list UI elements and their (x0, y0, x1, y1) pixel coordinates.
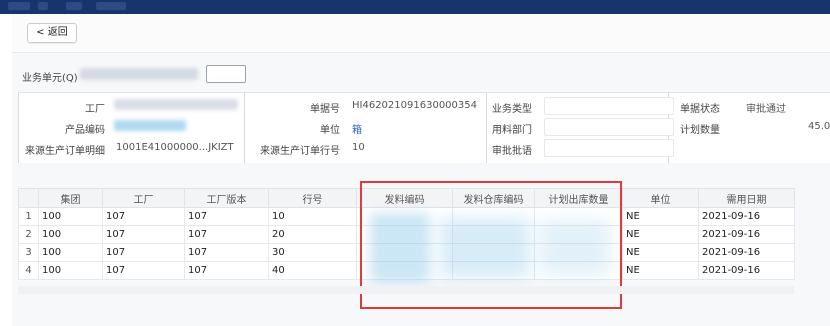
col-header-index (18, 188, 39, 208)
col-header-required-date[interactable]: 需用日期 (698, 188, 795, 208)
app-menu-block[interactable] (8, 2, 30, 10)
cell-factory-version: 107 (184, 261, 269, 280)
row-index: 2 (18, 225, 39, 244)
cell-factory-version: 107 (184, 243, 269, 262)
product-code-label: 产品编码 (65, 125, 105, 136)
business-unit-label: 业务单元(Q) (22, 73, 78, 84)
cell-factory: 107 (102, 261, 185, 280)
cell-required-date: 2021-09-16 (698, 225, 795, 244)
doc-status-label: 单据状态 (680, 104, 720, 115)
biz-type-field[interactable] (544, 97, 674, 115)
cell-required-date: 2021-09-16 (698, 243, 795, 262)
biz-type-label: 业务类型 (492, 104, 532, 115)
tab-block[interactable] (96, 2, 126, 10)
cell-factory: 107 (102, 225, 185, 244)
factory-blurred-value (114, 99, 238, 110)
cell-group: 100 (38, 225, 103, 244)
cell-required-date: 2021-09-16 (698, 261, 795, 280)
col-header-factory-version[interactable]: 工厂版本 (184, 188, 269, 208)
plan-qty-value: 45.0 (808, 121, 830, 132)
top-nav-bar (0, 0, 830, 14)
unit-label: 单位 (320, 125, 340, 136)
use-dept-label: 用料部门 (492, 125, 532, 136)
row-index: 4 (18, 261, 39, 280)
cell-factory: 107 (102, 243, 185, 262)
product-code-blurred-value[interactable] (114, 120, 186, 131)
cell-unit[interactable]: NE (622, 207, 699, 226)
panel-divider (486, 93, 487, 163)
cell-required-date: 2021-09-16 (698, 207, 795, 226)
cell-factory-version: 107 (184, 225, 269, 244)
row-index: 1 (18, 207, 39, 226)
factory-label: 工厂 (85, 104, 105, 115)
tab-block[interactable] (38, 2, 48, 10)
col-header-group[interactable]: 集团 (38, 188, 103, 208)
col-header-line-no[interactable]: 行号 (268, 188, 357, 208)
row-index: 3 (18, 243, 39, 262)
panel-border (18, 93, 19, 163)
approval-flow-label: 审批批语 (492, 146, 532, 157)
cell-line-no: 10 (268, 207, 357, 226)
cell-group: 100 (38, 261, 103, 280)
cell-line-no: 40 (268, 261, 357, 280)
doc-no-value: HI462021091630000354 (352, 100, 477, 111)
approval-flow-field[interactable] (544, 139, 674, 157)
cell-factory-version: 107 (184, 207, 269, 226)
business-unit-blurred-value (80, 68, 198, 80)
cell-factory: 107 (102, 207, 185, 226)
panel-divider (244, 93, 245, 163)
use-dept-field[interactable] (544, 118, 674, 136)
tab-block[interactable] (66, 2, 82, 10)
back-button[interactable]: < 返回 (27, 23, 77, 43)
source-order-line-value: 10 (352, 142, 365, 153)
cell-line-no: 30 (268, 243, 357, 262)
unit-value[interactable]: 箱 (352, 121, 362, 136)
source-order-line-label: 来源生产订单行号 (260, 146, 340, 157)
cell-unit[interactable]: NE (622, 225, 699, 244)
cell-line-no: 20 (268, 225, 357, 244)
cell-group: 100 (38, 243, 103, 262)
col-header-unit[interactable]: 单位 (622, 188, 699, 208)
cell-unit[interactable]: NE (622, 243, 699, 262)
col-header-factory[interactable]: 工厂 (102, 188, 185, 208)
table-horizontal-scrollbar[interactable] (18, 286, 794, 294)
doc-status-value: 审批通过 (746, 104, 786, 115)
doc-no-label: 单据号 (310, 104, 340, 115)
cell-group: 100 (38, 207, 103, 226)
source-order-detail-label: 来源生产订单明细 (25, 146, 105, 157)
plan-qty-label: 计划数量 (680, 125, 720, 136)
business-unit-input[interactable] (206, 65, 246, 83)
toolbar (12, 14, 830, 53)
cell-unit[interactable]: NE (622, 261, 699, 280)
source-order-detail-value: 1001E41000000...JKIZT (116, 142, 234, 153)
